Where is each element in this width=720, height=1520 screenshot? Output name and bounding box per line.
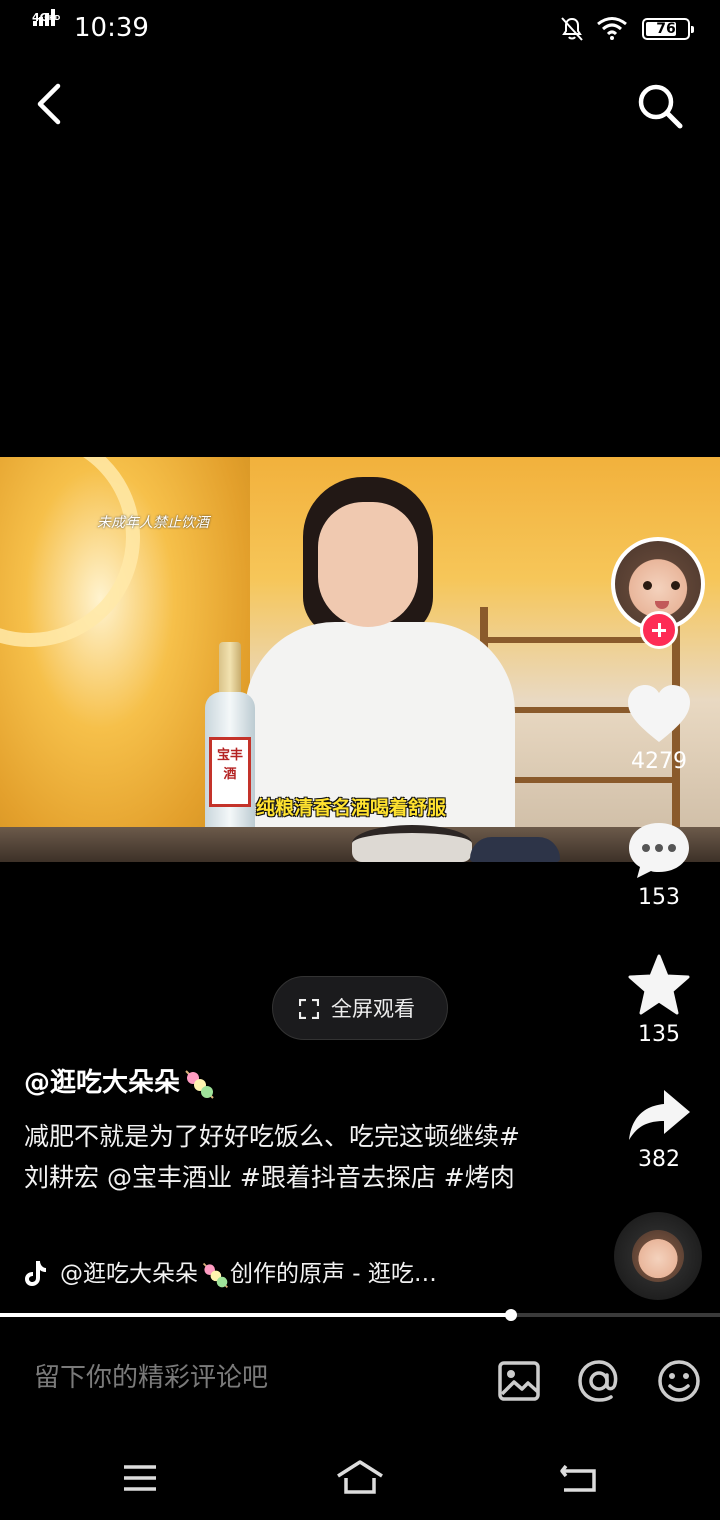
image-icon[interactable] (496, 1358, 542, 1404)
emoji-icon[interactable] (656, 1358, 702, 1404)
fullscreen-button[interactable]: 全屏观看 (272, 976, 448, 1040)
back-button[interactable] (30, 80, 74, 128)
video-person (245, 622, 515, 862)
share-arrow-icon (629, 1090, 690, 1140)
author-name: @逛吃大朵朵 (24, 1068, 181, 1098)
share-button[interactable]: 382 (612, 1088, 706, 1174)
search-button[interactable] (634, 80, 686, 132)
status-time: 10:39 (74, 13, 149, 43)
menu-icon[interactable] (116, 1458, 164, 1498)
progress-fill (0, 1313, 512, 1317)
system-navigation-bar (0, 1440, 720, 1520)
star-icon (628, 954, 690, 1015)
back-nav-icon[interactable] (556, 1458, 604, 1498)
age-warning-label: 未成年人禁止饮酒 (97, 515, 209, 531)
music-title: 创作的原声 - 逛吃… (230, 1261, 437, 1287)
favorite-count: 135 (638, 1022, 680, 1047)
battery-icon: 76 (642, 18, 694, 40)
progress-knob[interactable] (505, 1309, 518, 1321)
music-author: @逛吃大朵朵 (60, 1261, 198, 1287)
bottle-label: 宝丰酒 (216, 748, 243, 782)
heart-icon (628, 685, 690, 742)
share-count: 382 (638, 1147, 680, 1172)
favorite-button[interactable]: 135 (612, 953, 706, 1049)
music-disc-button[interactable] (614, 1212, 702, 1300)
follow-button[interactable] (640, 611, 678, 649)
comment-count: 153 (638, 885, 680, 910)
video-progress-bar[interactable] (0, 1309, 720, 1321)
like-count: 4279 (631, 749, 687, 774)
tiktok-note-icon (25, 1261, 46, 1286)
wifi-icon (597, 17, 627, 40)
fullscreen-label: 全屏观看 (331, 997, 415, 1021)
mute-notification-icon (561, 17, 583, 41)
candy-skewer-icon (185, 1069, 214, 1099)
battery-level: 76 (656, 21, 676, 37)
video-description[interactable]: 减肥不就是为了好好吃饭么、吃完这顿继续#刘耕宏 @宝丰酒业 #跟着抖音去探店 #… (24, 1116, 524, 1198)
chevron-left-icon (37, 83, 61, 125)
search-icon (638, 84, 683, 129)
video-subtitle: 纯粮清香名酒喝着舒服 (256, 797, 447, 819)
at-mention-icon[interactable] (576, 1358, 622, 1404)
comment-input[interactable]: 留下你的精彩评论吧 (34, 1360, 268, 1396)
music-disc-avatar (632, 1230, 684, 1282)
author-name-link[interactable]: @逛吃大朵朵 (24, 1064, 216, 1102)
comment-icon (629, 823, 689, 878)
status-bar: 4GHD 10:39 76 (0, 0, 720, 56)
fullscreen-icon (299, 999, 319, 1019)
like-button[interactable]: 4279 (612, 684, 706, 776)
home-icon[interactable] (334, 1458, 386, 1498)
network-signal-icon: 4GHD (30, 9, 68, 42)
comment-bar: 留下你的精彩评论吧 (0, 1330, 720, 1430)
liquor-bottle: 宝丰酒 (205, 642, 255, 857)
comment-button[interactable]: 153 (612, 820, 706, 912)
music-link[interactable]: @逛吃大朵朵 创作的原声 - 逛吃… (24, 1256, 544, 1292)
video-player[interactable]: 宝丰酒 未成年人禁止饮酒 纯粮清香名酒喝着舒服 (0, 457, 720, 862)
candy-skewer-icon (202, 1262, 228, 1288)
